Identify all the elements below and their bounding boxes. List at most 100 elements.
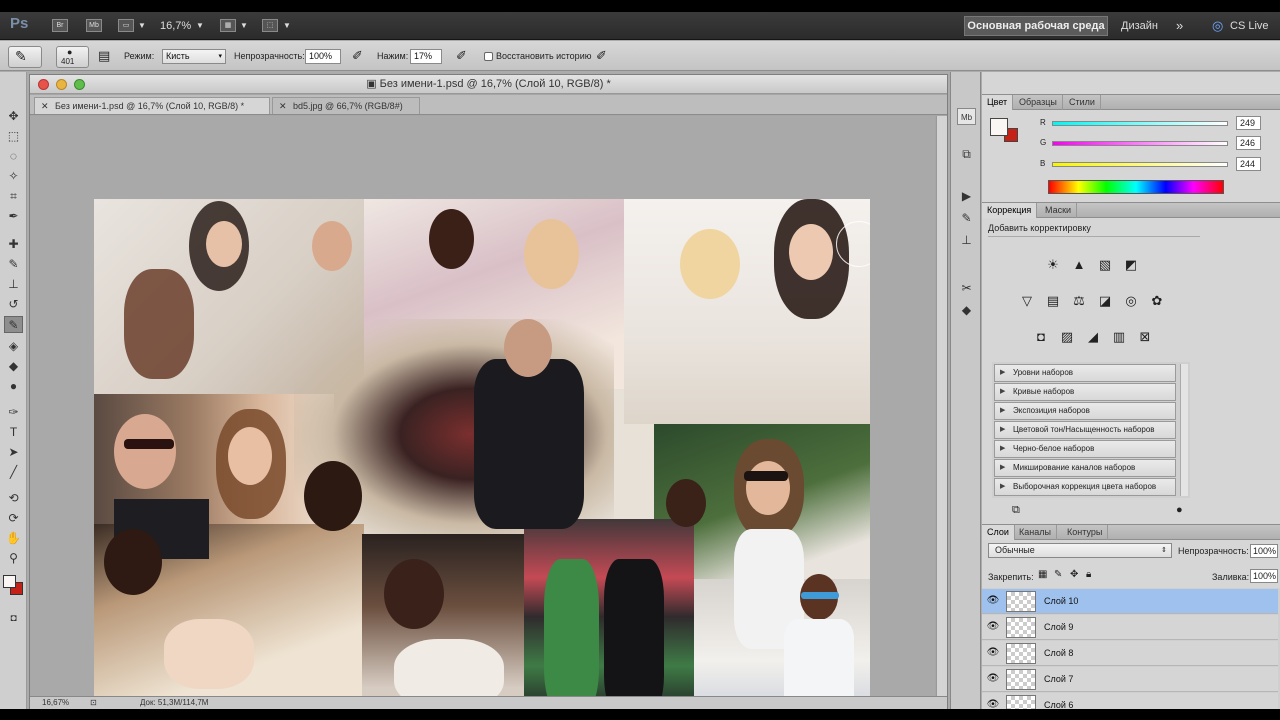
tablet-pressure-icon[interactable]: ✐ [596, 48, 607, 64]
preset-exposure[interactable]: Экспозиция наборов [994, 402, 1176, 420]
clip-to-layer-icon[interactable]: ⧉ [1012, 504, 1020, 517]
marquee-tool-icon[interactable]: ⬚ [4, 128, 23, 145]
presets-scrollbar[interactable] [1180, 364, 1188, 496]
paint-bucket-tool-icon[interactable]: ◈ [4, 338, 23, 355]
crop-tool-icon[interactable]: ⌗ [4, 188, 23, 205]
tool-preset-picker[interactable]: ✎ [8, 46, 42, 68]
tab-color[interactable]: Цвет [982, 95, 1014, 110]
channel-r-value[interactable]: 249 [1236, 116, 1261, 130]
canvas-area[interactable] [30, 116, 935, 709]
brush-presets-panel-icon[interactable]: ✎ [957, 210, 976, 227]
tab-document-active[interactable]: ✕ Без имени-1.psd @ 16,7% (Слой 10, RGB/… [34, 97, 270, 114]
tab-swatches[interactable]: Образцы [1014, 95, 1063, 110]
layer-row[interactable]: 👁︎ Слой 9 [982, 615, 1278, 640]
more-workspaces-button[interactable]: » [1176, 17, 1183, 35]
airbrush-icon[interactable]: ✐ [456, 48, 467, 64]
layer-row[interactable]: 👁︎ Слой 8 [982, 641, 1278, 666]
preset-selective-color[interactable]: Выборочная коррекция цвета наборов [994, 478, 1176, 496]
pressure-input[interactable]: 17% [410, 49, 442, 64]
fill-input[interactable]: 100% [1250, 569, 1278, 583]
invert-icon[interactable]: ◘ [1032, 328, 1050, 346]
move-tool-icon[interactable]: ✥ [4, 108, 23, 125]
close-window-icon[interactable] [38, 79, 49, 90]
close-tab-icon[interactable]: ✕ [279, 98, 287, 115]
color-spectrum-ramp[interactable] [1048, 180, 1224, 194]
eye-icon[interactable]: 👁︎ [985, 620, 1001, 634]
tab-masks[interactable]: Маски [1040, 203, 1078, 218]
history-panel-icon[interactable]: ⧉ [957, 146, 976, 163]
eye-icon[interactable]: 👁︎ [985, 594, 1001, 608]
layer-visibility-icon[interactable]: ● [1176, 504, 1183, 516]
dodge-tool-icon[interactable]: ● [4, 378, 23, 395]
eye-icon[interactable]: 👁︎ [985, 646, 1001, 660]
brush-tool-icon[interactable]: ✎ [4, 256, 23, 273]
channel-mixer-icon[interactable]: ✿ [1148, 292, 1166, 310]
lasso-tool-icon[interactable]: ◌ [4, 148, 23, 165]
arrange-documents-icon[interactable]: ▦ [220, 19, 236, 32]
quick-selection-tool-icon[interactable]: ✧ [4, 168, 23, 185]
brightness-contrast-icon[interactable]: ☀ [1044, 256, 1062, 274]
path-selection-tool-icon[interactable]: ➤ [4, 444, 23, 461]
layer-row[interactable]: 👁︎ Слой 7 [982, 667, 1278, 692]
vertical-scrollbar[interactable] [936, 116, 947, 696]
tool-presets-panel-icon[interactable]: ✂ [957, 280, 976, 297]
layer-row[interactable]: 👁︎ Слой 10 [982, 589, 1278, 614]
quick-mask-icon[interactable]: ◘ [4, 610, 23, 627]
vibrance-icon[interactable]: ▽ [1018, 292, 1036, 310]
3d-orbit-tool-icon[interactable]: ⟳ [4, 510, 23, 527]
tab-adjustments[interactable]: Коррекция [982, 203, 1038, 218]
blend-mode-select[interactable]: Обычные ⇕ [988, 543, 1172, 558]
pen-tool-icon[interactable]: ✑ [4, 404, 23, 421]
actions-panel-icon[interactable]: ▶ [957, 188, 976, 205]
lock-transparency-icon[interactable]: ▦ [1038, 569, 1047, 580]
foreground-color-swatch[interactable] [3, 575, 16, 588]
chevron-down-icon[interactable]: ▼ [283, 17, 291, 35]
brush-panel-icon[interactable]: ▤ [98, 48, 110, 64]
selective-color-icon[interactable]: ⊠ [1136, 328, 1154, 346]
tab-layers[interactable]: Слои [982, 525, 1015, 540]
preset-levels[interactable]: Уровни наборов [994, 364, 1176, 382]
character-panel-icon[interactable]: ◆ [957, 302, 976, 319]
lock-pixels-icon[interactable]: ✎ [1054, 569, 1062, 580]
curves-icon[interactable]: ▧ [1096, 256, 1114, 274]
preset-hue-saturation[interactable]: Цветовой тон/Насыщенность наборов [994, 421, 1176, 439]
zoom-window-icon[interactable] [74, 79, 85, 90]
chevron-down-icon[interactable]: ▼ [196, 17, 204, 35]
status-doc-size[interactable]: Док: 51,3M/114,7M [140, 697, 208, 709]
foreground-color-box[interactable] [990, 118, 1008, 136]
zoom-tool-icon[interactable]: ⚲ [4, 550, 23, 567]
opacity-pressure-icon[interactable]: ✐ [352, 48, 363, 64]
levels-icon[interactable]: ▲ [1070, 256, 1088, 274]
view-extras-icon[interactable]: ▭ [118, 19, 134, 32]
minibridge-panel-icon[interactable]: Mb [957, 108, 976, 125]
status-zoom[interactable]: 16,67% [42, 697, 69, 709]
hand-tool-icon[interactable]: ✋ [4, 530, 23, 547]
minimize-window-icon[interactable] [56, 79, 67, 90]
collage-image[interactable] [94, 199, 870, 709]
layer-opacity-input[interactable]: 100% [1250, 544, 1278, 558]
black-white-icon[interactable]: ◪ [1096, 292, 1114, 310]
zoom-level-menu[interactable]: 16,7% [160, 17, 191, 35]
restore-history-checkbox[interactable] [484, 52, 493, 61]
cs-live-button[interactable]: CS Live [1230, 17, 1269, 35]
tab-styles[interactable]: Стили [1064, 95, 1101, 110]
workspace-design-button[interactable]: Дизайн [1121, 17, 1158, 35]
tab-paths[interactable]: Контуры [1062, 525, 1109, 540]
lock-all-icon[interactable]: 🔒︎ [1086, 569, 1091, 580]
art-history-brush-tool-icon[interactable]: ✎ [4, 316, 23, 333]
opacity-input[interactable]: 100% [305, 49, 341, 64]
brush-preset-picker[interactable]: ● 401 [56, 46, 89, 68]
threshold-icon[interactable]: ◢ [1084, 328, 1102, 346]
spot-healing-tool-icon[interactable]: ✚ [4, 236, 23, 253]
bridge-icon[interactable]: Br [52, 19, 68, 32]
tab-channels[interactable]: Каналы [1014, 525, 1057, 540]
minibridge-icon[interactable]: Mb [86, 19, 102, 32]
chevron-down-icon[interactable]: ▼ [240, 17, 248, 35]
type-tool-icon[interactable]: T [4, 424, 23, 441]
channel-g-value[interactable]: 246 [1236, 136, 1261, 150]
3d-rotate-tool-icon[interactable]: ⟲ [4, 490, 23, 507]
channel-g-slider[interactable] [1052, 141, 1228, 146]
workspace-essentials-button[interactable]: Основная рабочая среда [964, 16, 1108, 36]
gradient-map-icon[interactable]: ▥ [1110, 328, 1128, 346]
color-balance-icon[interactable]: ⚖ [1070, 292, 1088, 310]
